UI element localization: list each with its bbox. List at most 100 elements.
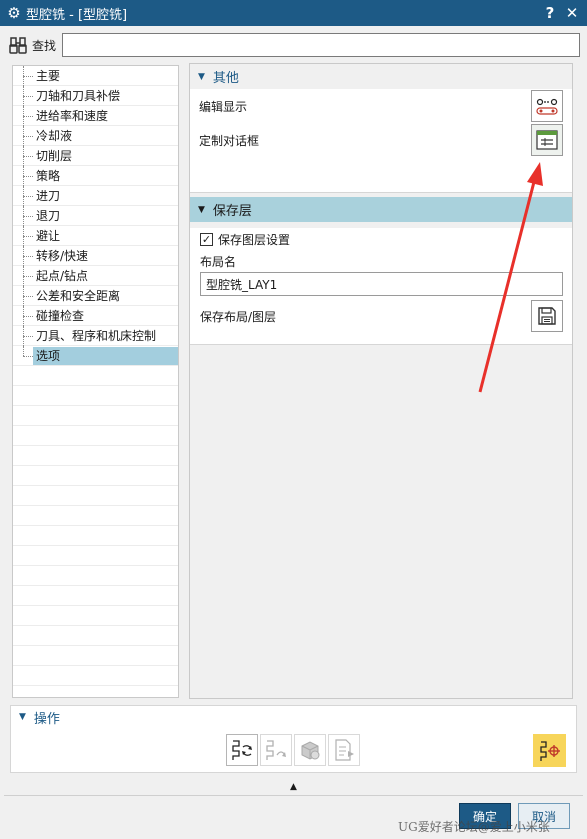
replay-icon (266, 740, 286, 760)
tree-connector (13, 125, 33, 146)
save-layout-row: 保存布局/图层 (190, 298, 572, 334)
section-title-save-layer: 保存层 (212, 204, 252, 219)
edit-display-button[interactable] (531, 90, 563, 122)
toolpath-target-icon (539, 740, 560, 761)
tree-connector (13, 305, 33, 326)
tree-item-label[interactable]: 公差和安全距离 (33, 287, 123, 305)
section-body-save-layer: ✓ 保存图层设置 布局名 型腔铣_LAY1 保存布局/图层 (190, 228, 572, 345)
operations-section: ▼ 操作 (10, 705, 577, 773)
tree-item-label[interactable]: 转移/快速 (33, 247, 91, 265)
tree-item-label[interactable]: 切削层 (33, 147, 75, 165)
watermark: UG爱好者论坛@爱上小米张 (398, 820, 550, 834)
save-layout-button[interactable] (531, 300, 563, 332)
tree-item-label[interactable]: 避让 (33, 227, 63, 245)
tree-item: 公差和安全距离 (13, 285, 178, 306)
list-toolpath-button[interactable] (328, 734, 360, 766)
close-button[interactable]: ✕ (561, 4, 583, 22)
custom-dialog-button[interactable] (531, 124, 563, 156)
tree-item-label[interactable]: 进刀 (33, 187, 63, 205)
tree-empty-row (13, 446, 178, 466)
tree-connector (13, 325, 33, 346)
binoculars-icon (8, 34, 30, 56)
tree-item: 进给率和速度 (13, 105, 178, 126)
tree-connector (13, 105, 33, 126)
edit-display-icon (536, 98, 558, 115)
verify-toolpath-button[interactable] (294, 734, 326, 766)
edit-display-label: 编辑显示 (199, 99, 248, 114)
operation-buttons (226, 734, 360, 766)
tree-empty-row (13, 366, 178, 386)
list-icon (335, 739, 354, 761)
tree-item: 起点/钻点 (13, 265, 178, 286)
generate-icon (232, 740, 252, 760)
tree-item: 刀轴和刀具补偿 (13, 85, 178, 106)
navigation-tree: 主要刀轴和刀具补偿 进给率和速度 冷却液切削层策略进刀退刀避让转移/快速起点/钻点公… (12, 65, 179, 698)
edit-display-row: 编辑显示 (190, 89, 572, 123)
tree-empty-row (13, 486, 178, 506)
tree-empty-row (13, 466, 178, 486)
gear-icon[interactable]: ⚙ (2, 4, 26, 22)
collapse-triangle-icon: ▼ (198, 204, 205, 215)
save-layer-settings-label: 保存图层设置 (218, 232, 291, 247)
tree-item-label[interactable]: 策略 (33, 167, 63, 185)
search-input[interactable] (62, 33, 580, 57)
section-header-other[interactable]: ▼ 其他 (190, 64, 572, 89)
collapse-up-icon[interactable]: ▲ (0, 780, 587, 794)
tree-item-label[interactable]: 选项 (33, 346, 178, 365)
save-layer-settings-row: ✓ 保存图层设置 (190, 228, 572, 250)
tree-item-label[interactable]: 进给率和速度 (33, 107, 111, 125)
tree-item: 进刀 (13, 185, 178, 206)
tree-empty-row (13, 606, 178, 626)
tree-connector (13, 225, 33, 246)
tree-empty-row (13, 406, 178, 426)
section-title-operations: 操作 (33, 711, 60, 727)
toolpath-target-button[interactable] (533, 734, 566, 767)
tree-item-label[interactable]: 碰撞检查 (33, 307, 87, 325)
section-header-save-layer[interactable]: ▼ 保存层 (190, 197, 572, 222)
tree-item-label[interactable]: 刀具、程序和机床控制 (33, 327, 159, 345)
tree-empty-row (13, 386, 178, 406)
tree-connector (13, 66, 33, 86)
section-title-other: 其他 (212, 71, 239, 86)
custom-dialog-icon (536, 130, 558, 150)
tree-item: 刀具、程序和机床控制 (13, 325, 178, 346)
tree-item-label[interactable]: 主要 (33, 67, 63, 85)
tree-item-label[interactable]: 起点/钻点 (33, 267, 91, 285)
custom-dialog-label: 定制对话框 (199, 133, 260, 148)
save-disk-icon (538, 307, 556, 325)
save-layer-settings-checkbox[interactable]: ✓ (200, 232, 213, 246)
collapse-triangle-icon: ▼ (19, 712, 26, 722)
tree-connector (13, 285, 33, 306)
generate-toolpath-button[interactable] (226, 734, 258, 766)
search-row: 查找 (8, 30, 580, 60)
footer-separator (4, 795, 583, 796)
tree-item: 选项 (13, 345, 178, 366)
custom-dialog-row: 定制对话框 (190, 123, 572, 157)
tree-connector (13, 145, 33, 166)
tree-empty-row (13, 586, 178, 606)
tree-empty-row (13, 666, 178, 686)
search-label: 查找 (32, 38, 57, 53)
tree-empty-row (13, 426, 178, 446)
replay-toolpath-button[interactable] (260, 734, 292, 766)
tree-item-label[interactable]: 冷却液 (33, 127, 75, 145)
tree-item: 切削层 (13, 145, 178, 166)
tree-connector (13, 245, 33, 266)
verify-icon (301, 741, 320, 760)
tree-item: 碰撞检查 (13, 305, 178, 326)
collapse-triangle-icon: ▼ (198, 71, 205, 82)
layout-name-input[interactable]: 型腔铣_LAY1 (200, 272, 563, 296)
tree-connector (13, 345, 33, 366)
tree-connector (13, 205, 33, 226)
window-title: 型腔铣 - [型腔铣] (26, 7, 128, 23)
help-button[interactable]: ? (539, 4, 561, 22)
tree-item-label[interactable]: 刀轴和刀具补偿 (33, 87, 123, 105)
tree-empty-row (13, 546, 178, 566)
tree-item: 退刀 (13, 205, 178, 226)
section-header-operations[interactable]: ▼ 操作 (11, 706, 576, 728)
tree-connector (13, 265, 33, 286)
tree-empty-row (13, 506, 178, 526)
tree-item-label[interactable]: 退刀 (33, 207, 63, 225)
tree-item: 策略 (13, 165, 178, 186)
tree-item: 冷却液 (13, 125, 178, 146)
